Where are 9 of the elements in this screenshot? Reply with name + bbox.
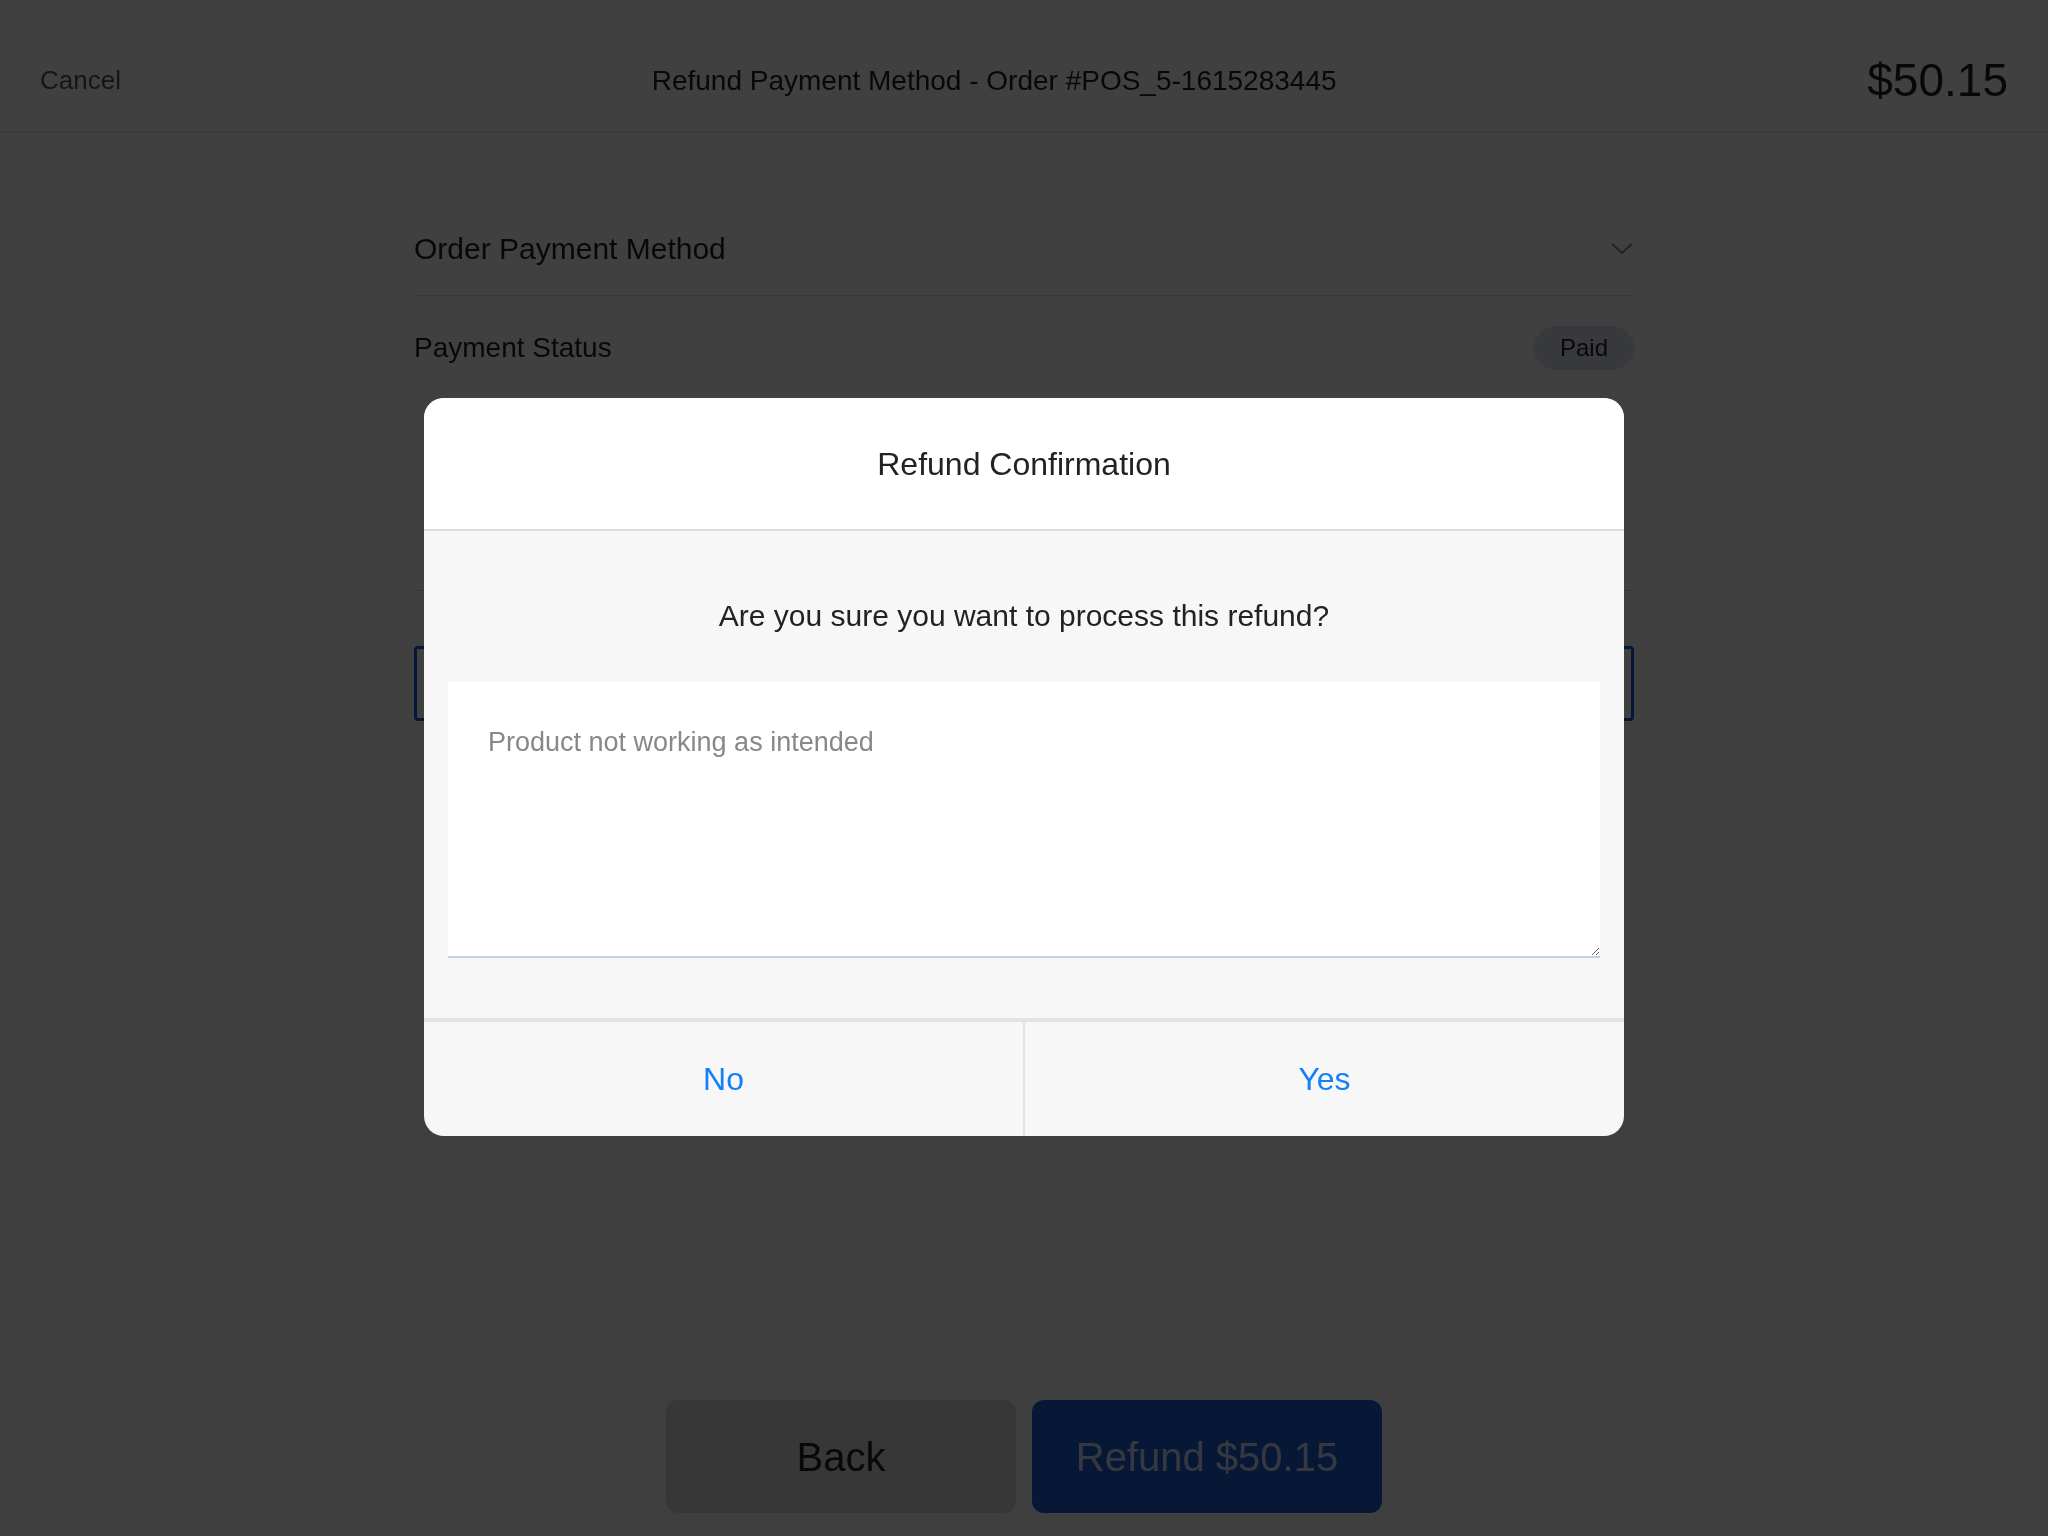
dialog-button[interactable]: Yes [1023, 1022, 1624, 1136]
order-total: $50.15 [1867, 53, 2008, 108]
status-label: Payment Status [414, 331, 612, 365]
dialog-button[interactable]: No [424, 1022, 1023, 1136]
dialog-message: Are you sure you want to process this refund? [718, 598, 1330, 634]
card-title: Order Payment Method [414, 231, 726, 267]
page-title: Refund Payment Method - Order #POS_5-1615283445 [651, 63, 1337, 98]
dialog-title: Refund Confirmation [877, 444, 1171, 484]
reason-field[interactable]: Product not working as intended [448, 682, 1600, 958]
